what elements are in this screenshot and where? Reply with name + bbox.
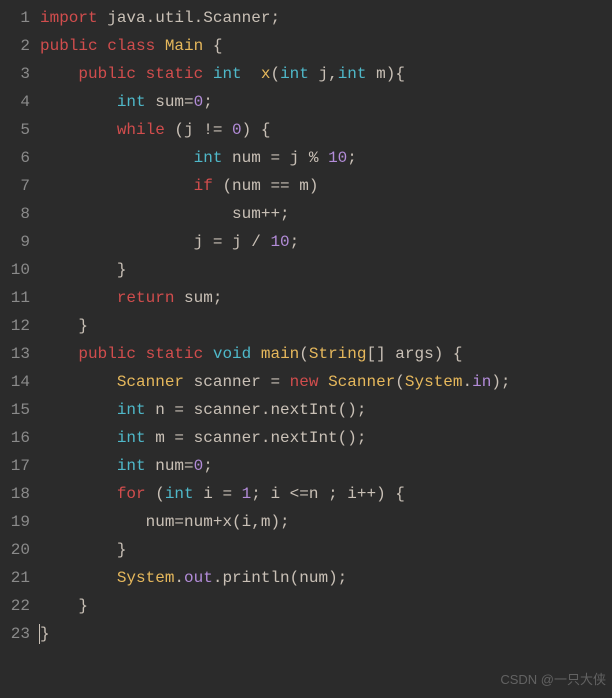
line-number: 1 <box>0 4 40 32</box>
line-number: 2 <box>0 32 40 60</box>
code-content: return sum; <box>40 284 612 312</box>
code-content: } <box>40 592 612 620</box>
code-line: 4 int sum=0; <box>0 88 612 116</box>
code-content: num=num+x(i,m); <box>40 508 612 536</box>
line-number: 20 <box>0 536 40 564</box>
code-content: } <box>40 256 612 284</box>
code-line: 1import java.util.Scanner; <box>0 4 612 32</box>
code-content: public class Main { <box>40 32 612 60</box>
code-line: 20 } <box>0 536 612 564</box>
code-content: } <box>40 536 612 564</box>
code-content: for (int i = 1; i <=n ; i++) { <box>40 480 612 508</box>
code-line: 8 sum++; <box>0 200 612 228</box>
code-content: int n = scanner.nextInt(); <box>40 396 612 424</box>
line-number: 13 <box>0 340 40 368</box>
code-line: 23} <box>0 620 612 648</box>
code-content: int sum=0; <box>40 88 612 116</box>
code-line: 7 if (num == m) <box>0 172 612 200</box>
code-line: 14 Scanner scanner = new Scanner(System.… <box>0 368 612 396</box>
code-line: 3 public static int x(int j,int m){ <box>0 60 612 88</box>
code-line: 13 public static void main(String[] args… <box>0 340 612 368</box>
line-number: 18 <box>0 480 40 508</box>
line-number: 10 <box>0 256 40 284</box>
code-line: 16 int m = scanner.nextInt(); <box>0 424 612 452</box>
code-line: 21 System.out.println(num); <box>0 564 612 592</box>
code-content: } <box>40 312 612 340</box>
code-content: Scanner scanner = new Scanner(System.in)… <box>40 368 612 396</box>
line-number: 5 <box>0 116 40 144</box>
code-line: 9 j = j / 10; <box>0 228 612 256</box>
code-line: 17 int num=0; <box>0 452 612 480</box>
code-line: 12 } <box>0 312 612 340</box>
line-number: 21 <box>0 564 40 592</box>
code-content: public static void main(String[] args) { <box>40 340 612 368</box>
code-content: while (j != 0) { <box>40 116 612 144</box>
code-content: sum++; <box>40 200 612 228</box>
code-content: public static int x(int j,int m){ <box>40 60 612 88</box>
line-number: 12 <box>0 312 40 340</box>
line-number: 15 <box>0 396 40 424</box>
line-number: 6 <box>0 144 40 172</box>
code-line: 15 int n = scanner.nextInt(); <box>0 396 612 424</box>
line-number: 3 <box>0 60 40 88</box>
code-content: } <box>40 620 612 648</box>
code-line: 6 int num = j % 10; <box>0 144 612 172</box>
line-number: 11 <box>0 284 40 312</box>
code-line: 10 } <box>0 256 612 284</box>
code-content: int m = scanner.nextInt(); <box>40 424 612 452</box>
line-number: 23 <box>0 620 40 648</box>
code-content: import java.util.Scanner; <box>40 4 612 32</box>
code-content: int num = j % 10; <box>40 144 612 172</box>
code-content: j = j / 10; <box>40 228 612 256</box>
code-line: 5 while (j != 0) { <box>0 116 612 144</box>
line-number: 7 <box>0 172 40 200</box>
line-number: 17 <box>0 452 40 480</box>
line-number: 16 <box>0 424 40 452</box>
line-number: 22 <box>0 592 40 620</box>
code-editor: 1import java.util.Scanner;2public class … <box>0 0 612 648</box>
code-content: System.out.println(num); <box>40 564 612 592</box>
line-number: 19 <box>0 508 40 536</box>
code-line: 19 num=num+x(i,m); <box>0 508 612 536</box>
code-line: 22 } <box>0 592 612 620</box>
code-content: if (num == m) <box>40 172 612 200</box>
code-line: 2public class Main { <box>0 32 612 60</box>
code-line: 18 for (int i = 1; i <=n ; i++) { <box>0 480 612 508</box>
line-number: 8 <box>0 200 40 228</box>
watermark-text: CSDN @一只大侠 <box>500 666 606 694</box>
code-line: 11 return sum; <box>0 284 612 312</box>
code-content: int num=0; <box>40 452 612 480</box>
line-number: 14 <box>0 368 40 396</box>
line-number: 9 <box>0 228 40 256</box>
line-number: 4 <box>0 88 40 116</box>
